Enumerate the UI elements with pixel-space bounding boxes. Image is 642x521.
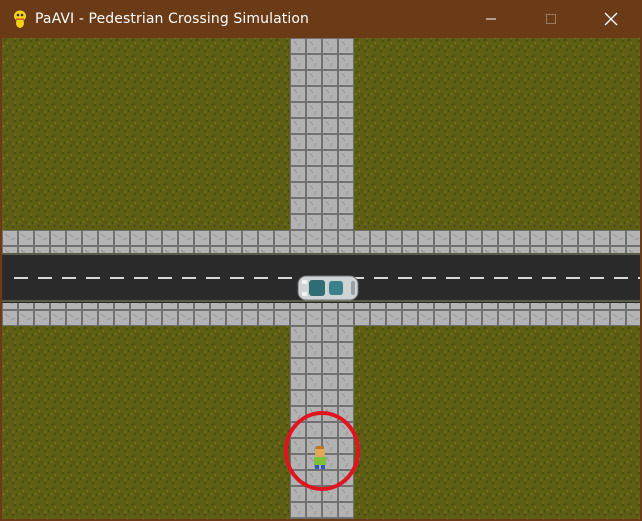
maximize-button[interactable] (528, 0, 574, 38)
window-title: PaAVI - Pedestrian Crossing Simulation (35, 11, 309, 27)
sidewalk-top (2, 230, 640, 254)
simulation-canvas[interactable] (2, 38, 640, 519)
maximize-icon (546, 14, 556, 24)
title-bar[interactable]: PaAVI - Pedestrian Crossing Simulation (0, 0, 642, 38)
close-button[interactable] (588, 0, 634, 38)
app-window: PaAVI - Pedestrian Crossing Simulation (0, 0, 642, 521)
scene-svg (2, 38, 640, 519)
close-icon (604, 12, 618, 26)
pygame-snake-icon (14, 10, 26, 28)
sidewalk-bottom (2, 302, 640, 326)
car (297, 275, 359, 301)
minimize-icon (486, 18, 496, 20)
minimize-button[interactable] (468, 0, 514, 38)
